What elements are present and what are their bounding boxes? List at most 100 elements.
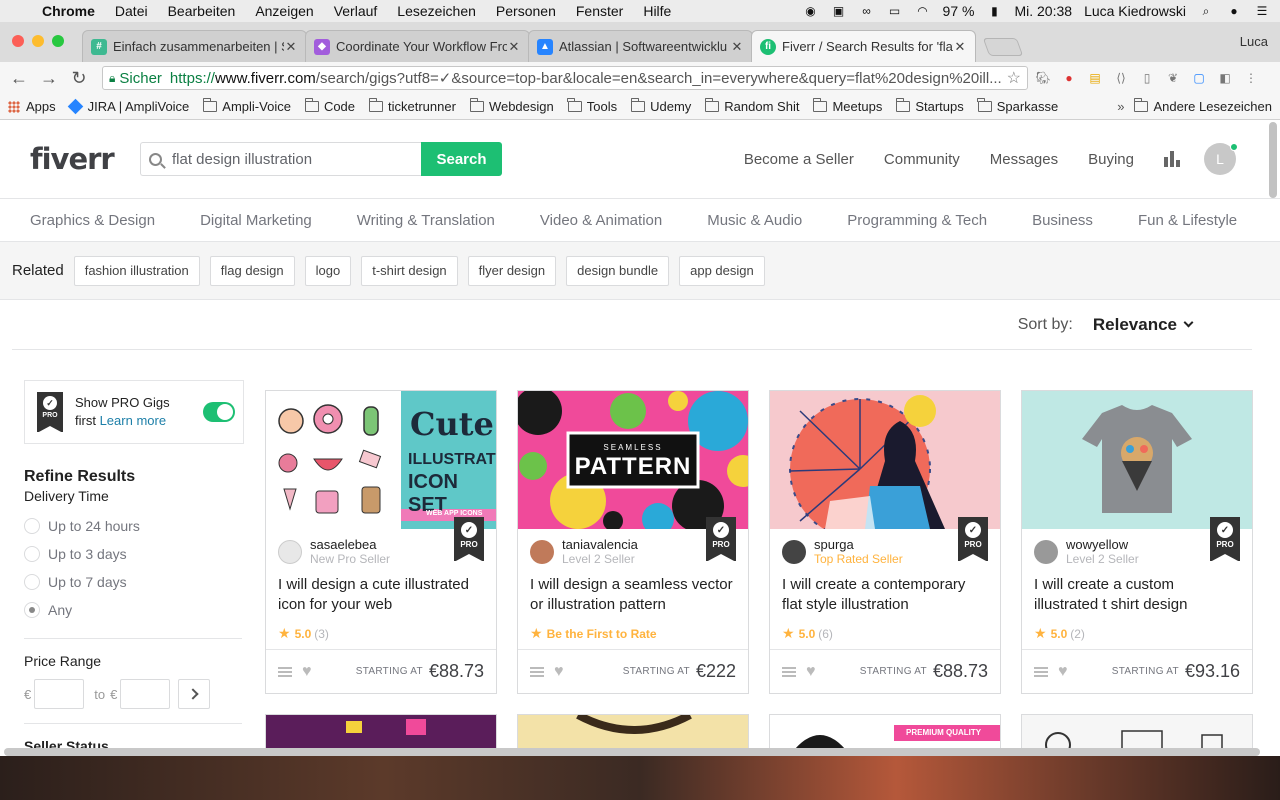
delivery-option-any[interactable]: Any: [24, 596, 244, 624]
radio-button[interactable]: [24, 546, 40, 562]
nav-become-seller[interactable]: Become a Seller: [744, 151, 854, 168]
gig-thumbnail[interactable]: SEAMLESS PATTERN: [518, 391, 748, 529]
spotlight-search-icon[interactable]: ⌕: [1198, 4, 1214, 18]
scrollbar-thumb[interactable]: [1269, 122, 1277, 198]
bookmark-folder-meetups[interactable]: Meetups: [813, 98, 882, 114]
menu-icon[interactable]: [1034, 666, 1048, 677]
lock-icon[interactable]: 🔒︎: [109, 71, 115, 86]
gig-card[interactable]: Cute ILLUSTRATED ICON SET WEB APP ICONS …: [265, 390, 497, 694]
wifi-icon[interactable]: ◠: [915, 4, 931, 18]
tab-slack[interactable]: # Einfach zusammenarbeiten | S ✕: [82, 30, 307, 62]
evernote-extension-icon[interactable]: 🐘︎: [1032, 68, 1054, 88]
nav-community[interactable]: Community: [884, 151, 960, 168]
gig-title[interactable]: I will create a contemporary flat style …: [782, 575, 987, 615]
related-chip[interactable]: fashion illustration: [73, 255, 200, 286]
chrome-profile-name[interactable]: Luca: [1240, 34, 1268, 49]
menu-bearbeiten[interactable]: Bearbeiten: [158, 3, 246, 19]
seller-info[interactable]: taniavalencia Level 2 Seller: [530, 537, 638, 567]
back-arrow-icon[interactable]: ←: [6, 65, 32, 91]
category-business[interactable]: Business: [1032, 212, 1093, 229]
adblock-extension-icon[interactable]: ●: [1058, 68, 1080, 88]
category-fun-lifestyle[interactable]: Fun & Lifestyle: [1138, 212, 1237, 229]
window-extension-icon[interactable]: ▢: [1188, 68, 1210, 88]
tab-clickup[interactable]: ◆ Coordinate Your Workflow Fro ✕: [305, 30, 530, 62]
menubar-user[interactable]: Luca Kiedrowski: [1084, 3, 1186, 19]
code-extension-icon[interactable]: ⟨⟩: [1110, 68, 1132, 88]
menu-icon[interactable]: [278, 666, 292, 677]
reload-icon[interactable]: ↻: [66, 65, 92, 91]
forward-arrow-icon[interactable]: →: [36, 65, 62, 91]
search-button[interactable]: Search: [421, 142, 502, 176]
seller-name[interactable]: spurga: [814, 537, 903, 552]
analytics-bar-icon[interactable]: [1164, 151, 1180, 167]
category-music-audio[interactable]: Music & Audio: [707, 212, 802, 229]
seller-info[interactable]: spurga Top Rated Seller: [782, 537, 903, 567]
notification-center-icon[interactable]: ☰: [1254, 4, 1270, 18]
category-writing-translation[interactable]: Writing & Translation: [357, 212, 495, 229]
related-chip[interactable]: app design: [679, 255, 765, 286]
related-chip[interactable]: t-shirt design: [361, 255, 458, 286]
heart-icon[interactable]: ♥: [302, 663, 312, 681]
gig-title[interactable]: I will create a custom illustrated t shi…: [1034, 575, 1239, 615]
bookmark-folder-udemy[interactable]: Udemy: [630, 98, 691, 114]
seller-avatar[interactable]: [278, 540, 302, 564]
bookmark-folder-code[interactable]: Code: [304, 98, 355, 114]
menu-verlauf[interactable]: Verlauf: [324, 3, 388, 19]
bookmark-folder-startups[interactable]: Startups: [896, 98, 964, 114]
delivery-option-3d[interactable]: Up to 3 days: [24, 540, 244, 568]
bookmark-folder-tools[interactable]: Tools: [567, 98, 617, 114]
category-digital-marketing[interactable]: Digital Marketing: [200, 212, 312, 229]
learn-more-link[interactable]: Learn more: [100, 413, 166, 428]
search-input[interactable]: [172, 150, 412, 168]
chrome-menu-icon[interactable]: ⋮: [1240, 68, 1262, 88]
vertical-scrollbar[interactable]: [1268, 122, 1278, 752]
bookmark-folder-ticketrunner[interactable]: ticketrunner: [368, 98, 456, 114]
menu-app-name[interactable]: Chrome: [36, 3, 105, 19]
heart-icon[interactable]: ♥: [806, 663, 816, 681]
category-programming-tech[interactable]: Programming & Tech: [847, 212, 987, 229]
price-max-input[interactable]: [120, 679, 171, 709]
gig-thumbnail[interactable]: [770, 391, 1000, 529]
pocket-extension-icon[interactable]: ◧: [1214, 68, 1236, 88]
nav-buying[interactable]: Buying: [1088, 151, 1134, 168]
tab-atlassian[interactable]: ▲ Atlassian | Softwareentwicklu ✕: [528, 30, 753, 62]
sort-dropdown[interactable]: Relevance: [1093, 315, 1177, 335]
pro-gigs-switch[interactable]: [203, 402, 235, 422]
delivery-option-7d[interactable]: Up to 7 days: [24, 568, 244, 596]
close-tab-icon[interactable]: ✕: [730, 39, 744, 55]
evernote-icon[interactable]: ▣: [831, 4, 847, 18]
related-chip[interactable]: flag design: [209, 255, 295, 286]
user-avatar[interactable]: L: [1204, 143, 1238, 175]
siri-icon[interactable]: ●: [1226, 4, 1242, 18]
related-chip[interactable]: flyer design: [467, 255, 557, 286]
menu-datei[interactable]: Datei: [105, 3, 158, 19]
chevron-down-icon[interactable]: [1183, 317, 1194, 328]
bookmarks-overflow-chevron[interactable]: »: [1117, 99, 1124, 114]
minimize-window-button[interactable]: [32, 35, 44, 47]
radio-button[interactable]: [24, 574, 40, 590]
menu-personen[interactable]: Personen: [486, 3, 566, 19]
bookmark-folder-ampli-voice[interactable]: Ampli-Voice: [202, 98, 291, 114]
seller-name[interactable]: sasaelebea: [310, 537, 390, 552]
close-window-button[interactable]: [12, 35, 24, 47]
gig-title[interactable]: I will design a seamless vector or illus…: [530, 575, 735, 615]
creative-cloud-icon[interactable]: ∞: [859, 4, 875, 18]
gig-thumbnail[interactable]: [1022, 391, 1252, 529]
heart-icon[interactable]: ♥: [554, 663, 564, 681]
category-graphics-design[interactable]: Graphics & Design: [30, 212, 155, 229]
close-tab-icon[interactable]: ✕: [284, 39, 298, 55]
seller-info[interactable]: sasaelebea New Pro Seller: [278, 537, 390, 567]
seller-avatar[interactable]: [530, 540, 554, 564]
address-bar[interactable]: 🔒︎ Sicher https://www.fiverr.com/search/…: [102, 66, 1028, 90]
menu-anzeigen[interactable]: Anzeigen: [245, 3, 323, 19]
fiverr-logo[interactable]: fiverr: [30, 142, 140, 176]
airplay-icon[interactable]: ▭: [887, 4, 903, 18]
gig-card[interactable]: ✓ PRO spurga Top Rated Seller I will creat…: [769, 390, 1001, 694]
menu-lesezeichen[interactable]: Lesezeichen: [387, 3, 486, 19]
seller-name[interactable]: wowyellow: [1066, 537, 1139, 552]
nav-messages[interactable]: Messages: [990, 151, 1058, 168]
delivery-option-24h[interactable]: Up to 24 hours: [24, 512, 244, 540]
menu-hilfe[interactable]: Hilfe: [633, 3, 681, 19]
bookmark-apps[interactable]: Apps: [8, 99, 56, 114]
clipboard-extension-icon[interactable]: ▯: [1136, 68, 1158, 88]
